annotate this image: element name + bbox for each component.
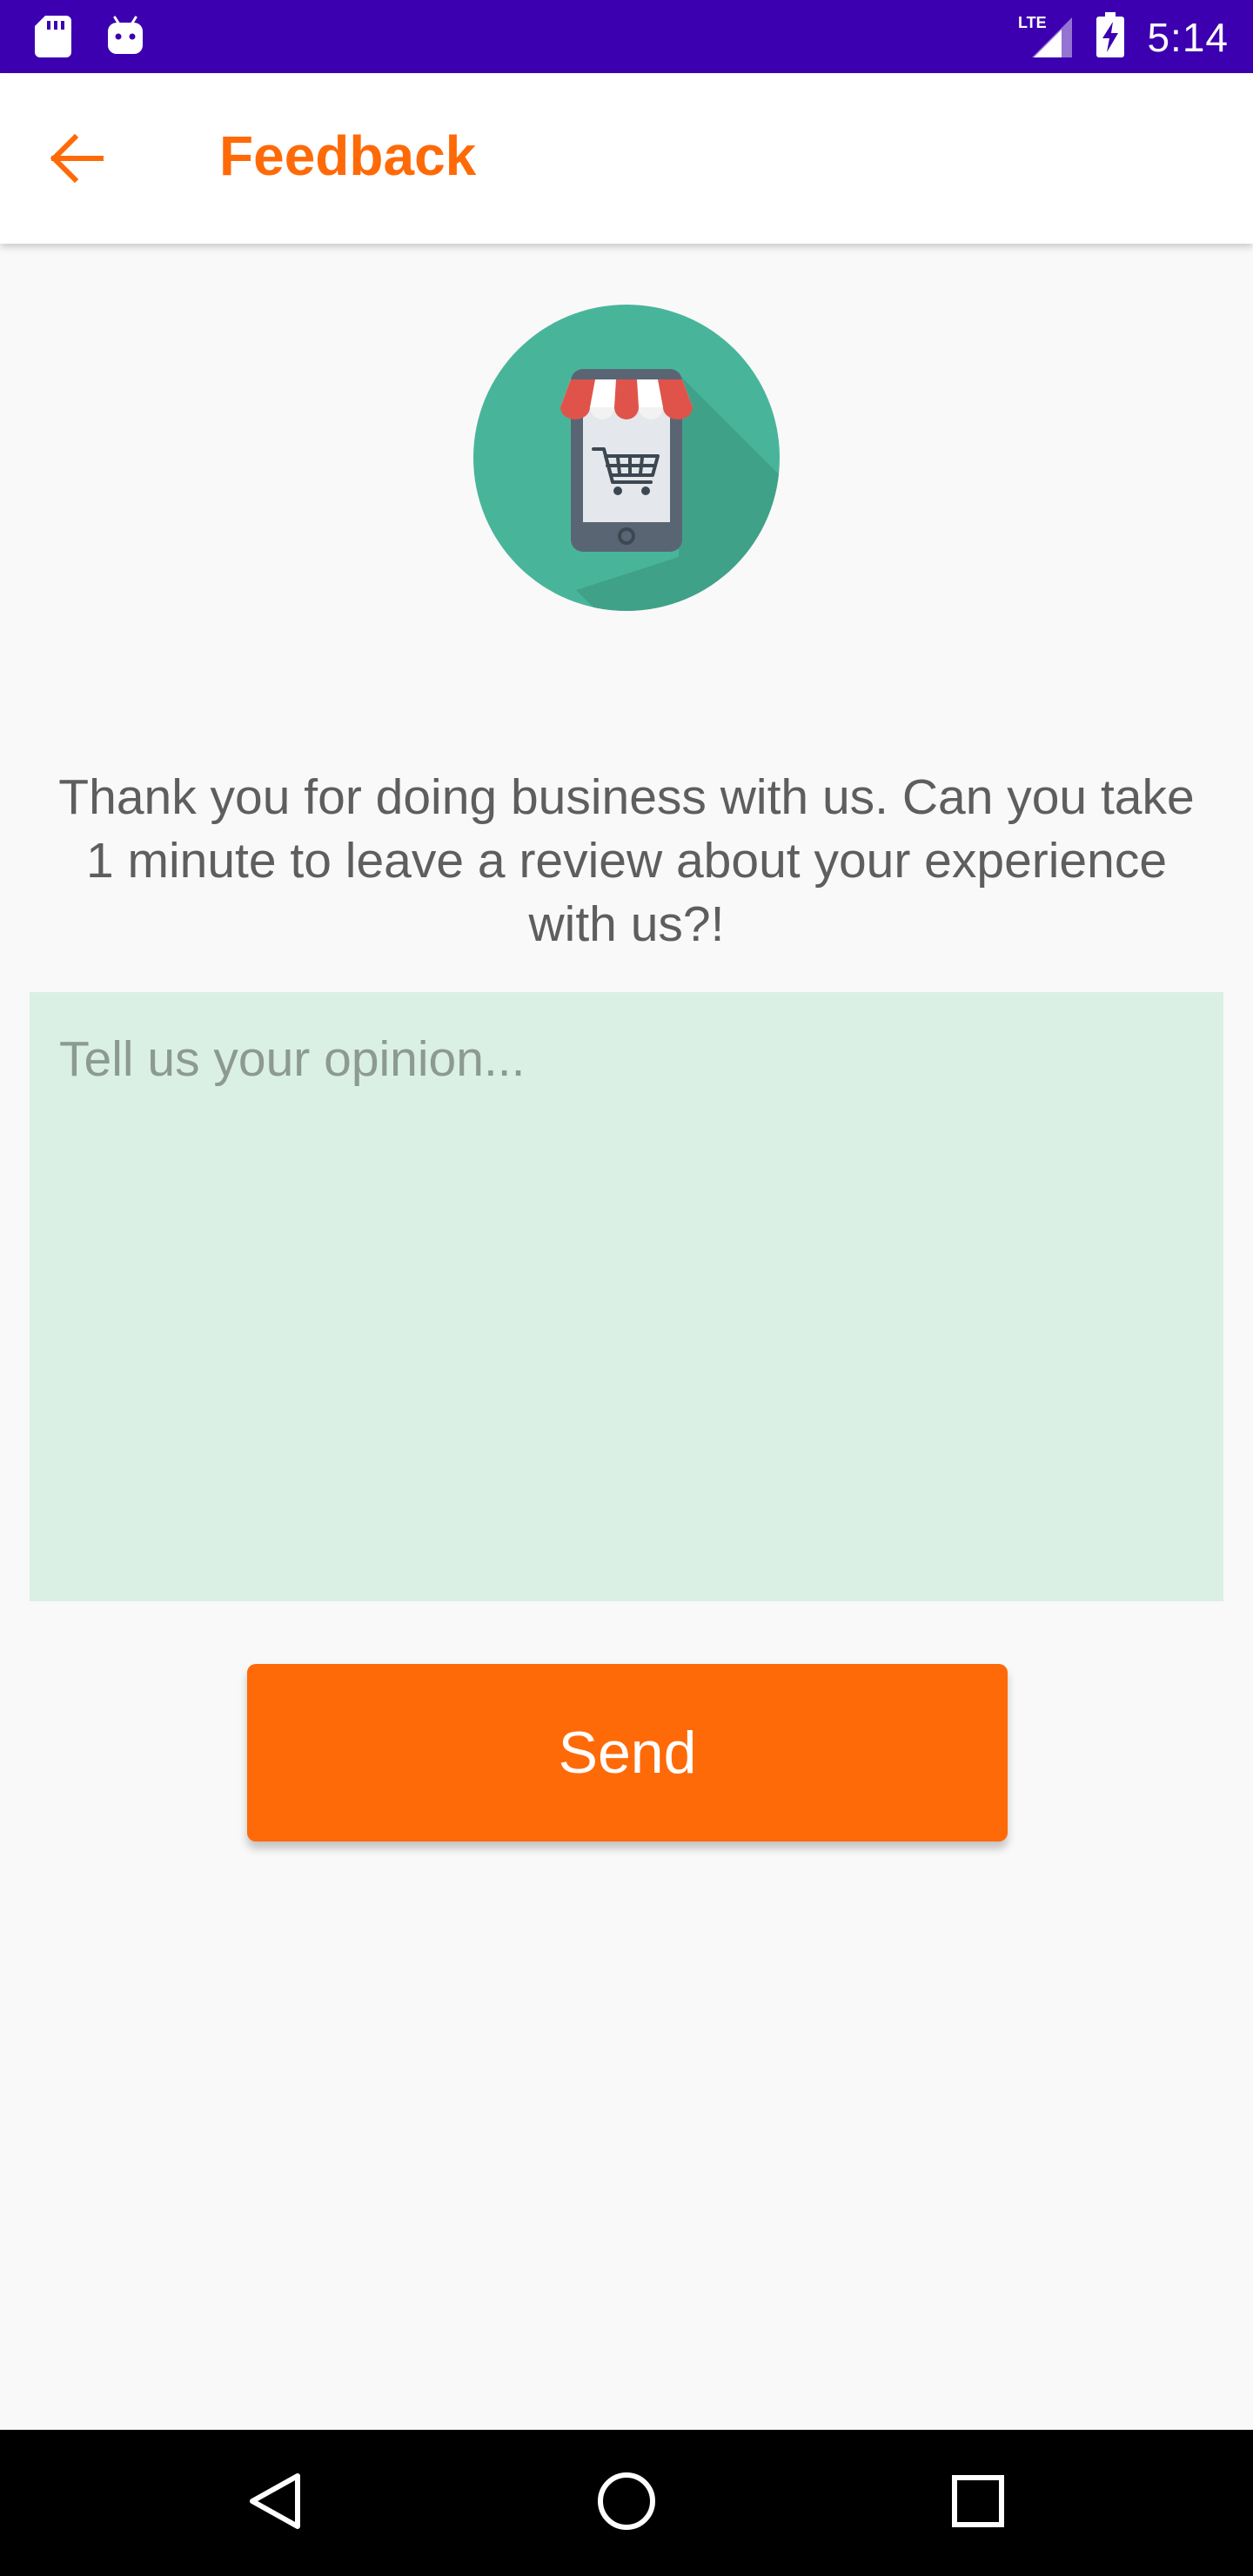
network-label: LTE bbox=[1018, 14, 1047, 31]
review-message-line: Thank you for doing business with us. Ca… bbox=[58, 769, 1195, 825]
mobile-shop-icon bbox=[473, 305, 780, 614]
page-title: Feedback bbox=[219, 124, 477, 187]
feedback-screen: LTE 5:14 Feedback Thank you for doing bu… bbox=[0, 0, 1253, 2576]
battery-charging-icon bbox=[1096, 12, 1125, 62]
review-message: Thank you for doing business with us. Ca… bbox=[0, 766, 1253, 956]
status-time: 5:14 bbox=[1147, 14, 1229, 60]
nav-recents-button[interactable] bbox=[935, 2459, 1022, 2546]
app-bar: Feedback bbox=[0, 73, 1253, 244]
arrow-left-icon bbox=[49, 133, 104, 187]
navigation-bar bbox=[0, 2430, 1253, 2576]
status-bar: LTE 5:14 bbox=[0, 0, 1253, 73]
nav-back-button[interactable] bbox=[231, 2459, 318, 2546]
back-triangle-icon bbox=[247, 2471, 303, 2536]
back-button[interactable] bbox=[35, 118, 118, 202]
review-message-line: with us?! bbox=[528, 896, 725, 952]
home-circle-icon bbox=[596, 2471, 657, 2536]
send-button[interactable]: Send bbox=[247, 1664, 1008, 1841]
review-message-line: 1 minute to leave a review about your ex… bbox=[85, 833, 1168, 889]
recents-square-icon bbox=[950, 2473, 1006, 2533]
sd-card-icon bbox=[35, 16, 71, 62]
nav-home-button[interactable] bbox=[583, 2459, 670, 2546]
lte-signal-icon: LTE bbox=[1018, 10, 1074, 64]
android-icon bbox=[106, 16, 144, 62]
opinion-input[interactable] bbox=[30, 992, 1223, 1601]
mobile-shop-logo bbox=[473, 305, 780, 611]
